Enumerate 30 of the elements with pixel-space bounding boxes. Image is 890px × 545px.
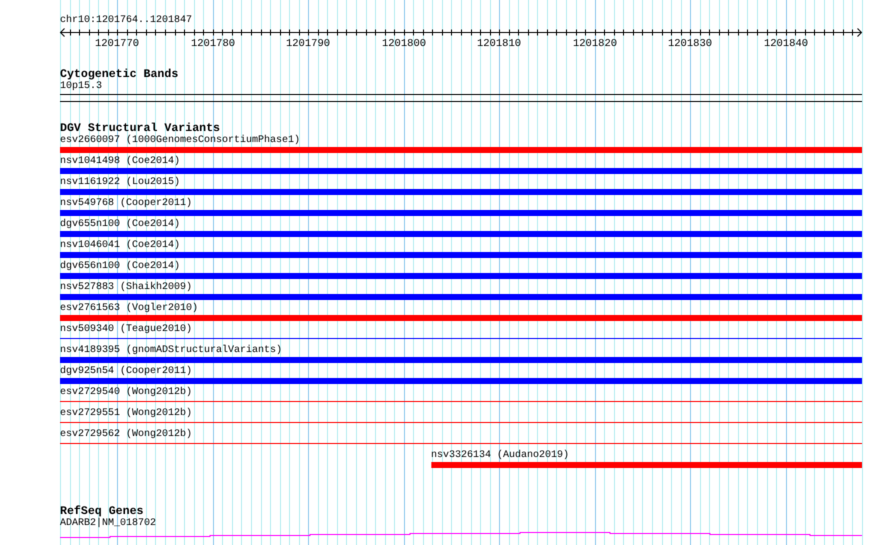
variant-label: nsv509340 (Teague2010) (60, 324, 192, 336)
variant-label: nsv549768 (Cooper2011) (60, 198, 192, 210)
tick-label: 1201790 (286, 38, 330, 50)
variant-label: nsv527883 (Shaikh2009) (60, 282, 192, 294)
tick-label: 1201780 (190, 38, 236, 50)
track-title: DGV Structural Variants (60, 123, 220, 135)
variant-label: nsv3326134 (Audano2019) (431, 450, 570, 462)
tick-label: 1201810 (476, 38, 522, 50)
tick-label: 1201770 (94, 38, 140, 50)
variant-label: esv2729551 (Wong2012b) (60, 408, 192, 420)
variant-label: nsv4189395 (gnomADStructuralVariants) (60, 345, 282, 357)
variant-label: nsv1161922 (Lou2015) (60, 177, 180, 189)
variant-label: esv2729562 (Wong2012b) (60, 429, 192, 441)
tick-label: 1201830 (668, 38, 712, 50)
track-title: RefSeq Genes (60, 506, 144, 518)
position-label: chr10:1201764..1201847 (60, 15, 192, 27)
variant-label: dgv655n100 (Coe2014) (60, 219, 180, 231)
variant-label: esv2729540 (Wong2012b) (60, 387, 192, 399)
gene-label: ADARB2|NM_018702 (60, 518, 156, 530)
tick-label: 1201800 (382, 38, 426, 50)
variant-label: esv2761563 (Vogler2010) (60, 303, 198, 315)
variant-label: nsv1041498 (Coe2014) (60, 156, 180, 168)
tick-label: 1201840 (764, 38, 808, 50)
variant-label: dgv925n54 (Cooper2011) (60, 366, 192, 378)
variant-label: esv2660097 (1000GenomesConsortiumPhase1) (60, 135, 300, 147)
variant-label: nsv1046041 (Coe2014) (60, 240, 180, 252)
variant-label: dgv656n100 (Coe2014) (60, 261, 180, 273)
track-title: Cytogenetic Bands (60, 69, 178, 81)
tick-label: 1201820 (572, 38, 618, 50)
band-label: 10p15.3 (60, 81, 102, 93)
